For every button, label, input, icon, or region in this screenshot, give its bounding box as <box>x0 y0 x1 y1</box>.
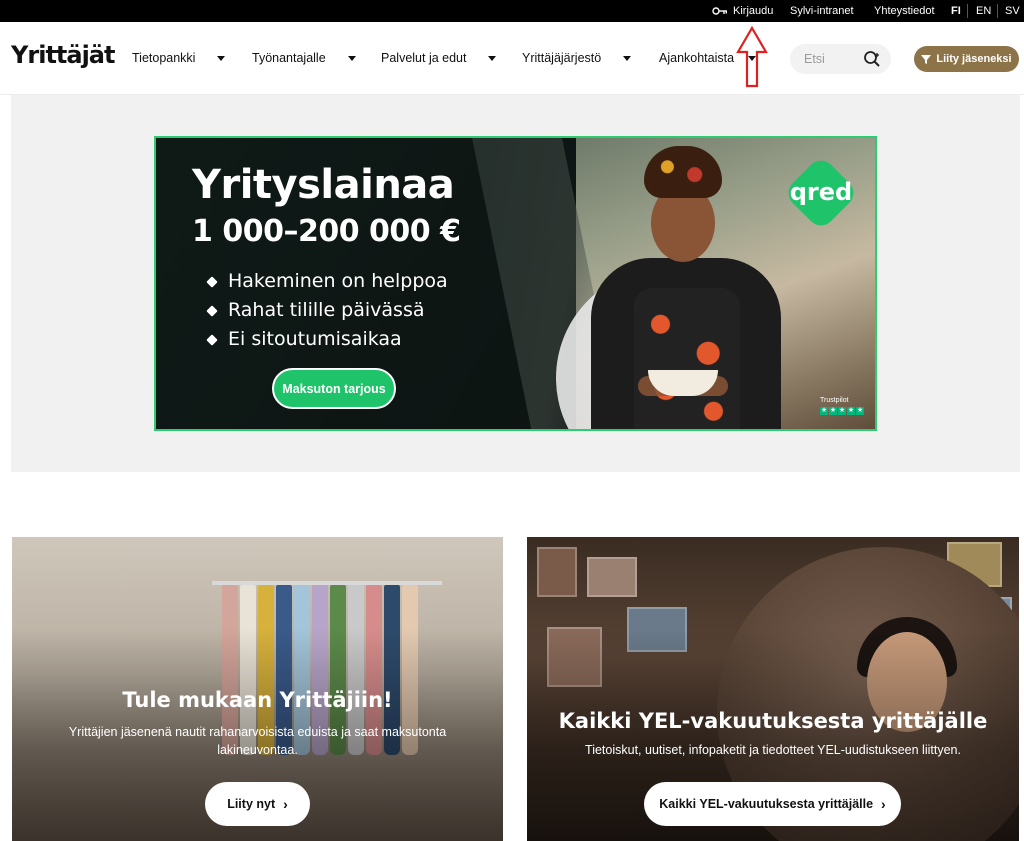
join-now-button[interactable]: Liity nyt › <box>205 782 310 826</box>
nav-item-tietopankki[interactable]: Tietopankki <box>132 51 226 65</box>
join-now-label: Liity nyt <box>227 797 276 811</box>
lang-sv[interactable]: SV <box>1005 4 1020 18</box>
qred-logo-icon: qred <box>788 160 854 226</box>
star-icon: ★ <box>847 407 855 415</box>
annotation-arrow-icon <box>736 26 768 88</box>
caret-down-icon <box>217 55 226 61</box>
nav-item-palvelut-ja-edut[interactable]: Palvelut ja edut <box>381 51 497 65</box>
site-logo[interactable]: Yrittäjät <box>11 41 115 69</box>
search-input[interactable] <box>804 50 860 68</box>
main-navigation: Yrittäjät Tietopankki Työnantajalle Palv… <box>0 22 1024 95</box>
caret-down-icon <box>488 55 497 61</box>
chevron-right-icon: › <box>283 796 288 812</box>
ad-bullet: Ei sitoutumisaikaa <box>206 325 448 354</box>
promo-card-yel: Kaikki YEL-vakuutuksesta yrittäjälle Tie… <box>527 537 1019 841</box>
lang-fi[interactable]: FI <box>951 4 961 18</box>
ad-bullet: Rahat tilille päivässä <box>206 296 448 325</box>
search-icon[interactable] <box>863 50 881 68</box>
contact-link[interactable]: Yhteystiedot <box>874 4 935 18</box>
ad-free-offer-button[interactable]: Maksuton tarjous <box>272 368 396 409</box>
star-icon: ★ <box>856 407 864 415</box>
nav-item-label: Yrittäjäjärjestö <box>522 51 602 65</box>
promo-card-membership: Tule mukaan Yrittäjiin! Yrittäjien jäsen… <box>12 537 503 841</box>
ad-loan-range: 1 000–200 000 € <box>192 214 461 249</box>
join-member-button[interactable]: Liity jäseneksi <box>914 46 1019 72</box>
login-link[interactable]: Kirjaudu <box>733 4 773 18</box>
trustpilot-stars: ★ ★ ★ ★ ★ <box>820 407 868 415</box>
caret-down-icon <box>347 55 356 61</box>
utility-bar: Kirjaudu Sylvi-intranet Yhteystiedot FI … <box>0 0 1024 22</box>
loan-ad-banner[interactable]: Yrityslainaa 1 000–200 000 € Hakeminen o… <box>154 136 877 431</box>
chevron-right-icon: › <box>881 796 886 812</box>
nav-item-tyonantajalle[interactable]: Työnantajalle <box>252 51 356 65</box>
nav-item-label: Työnantajalle <box>252 51 326 65</box>
ad-title: Yrityslainaa <box>192 162 455 208</box>
search-box[interactable] <box>790 44 891 74</box>
nav-item-yrittajajarjesto[interactable]: Yrittäjäjärjestö <box>522 51 632 65</box>
ad-bullet-list: Hakeminen on helppoa Rahat tilille päivä… <box>206 267 448 354</box>
banner-person-apron <box>634 288 740 429</box>
card-description: Yrittäjien jäsenenä nautit rahanarvoisis… <box>68 725 447 757</box>
card-title: Kaikki YEL-vakuutuksesta yrittäjälle <box>558 709 988 733</box>
lang-en[interactable]: EN <box>976 4 991 18</box>
star-icon: ★ <box>838 407 846 415</box>
ad-bullet: Hakeminen on helppoa <box>206 267 448 296</box>
key-icon[interactable] <box>712 5 728 17</box>
nav-item-label: Palvelut ja edut <box>381 51 467 65</box>
card-title: Tule mukaan Yrittäjiin! <box>122 688 393 712</box>
trustpilot-badge: Trustpilot ★ ★ ★ ★ ★ <box>820 396 868 420</box>
banner-person-headwrap <box>644 146 722 198</box>
join-member-label: Liity jäseneksi <box>936 53 1012 65</box>
nav-item-label: Ajankohtaista <box>659 51 735 65</box>
nav-item-label: Tietopankki <box>132 51 196 65</box>
caret-down-icon <box>623 55 632 61</box>
intranet-link[interactable]: Sylvi-intranet <box>790 4 854 18</box>
qred-logo-text: qred <box>790 178 852 206</box>
star-icon: ★ <box>820 407 828 415</box>
star-icon: ★ <box>829 407 837 415</box>
lang-divider <box>997 4 998 18</box>
card-description: Tietoiskut, uutiset, infopaketit ja tied… <box>585 743 961 757</box>
lang-divider <box>967 4 968 18</box>
trustpilot-label: Trustpilot <box>820 397 849 404</box>
yel-info-button[interactable]: Kaikki YEL-vakuutuksesta yrittäjälle › <box>644 782 901 826</box>
member-icon <box>921 55 932 64</box>
yel-info-label: Kaikki YEL-vakuutuksesta yrittäjälle <box>659 797 874 811</box>
